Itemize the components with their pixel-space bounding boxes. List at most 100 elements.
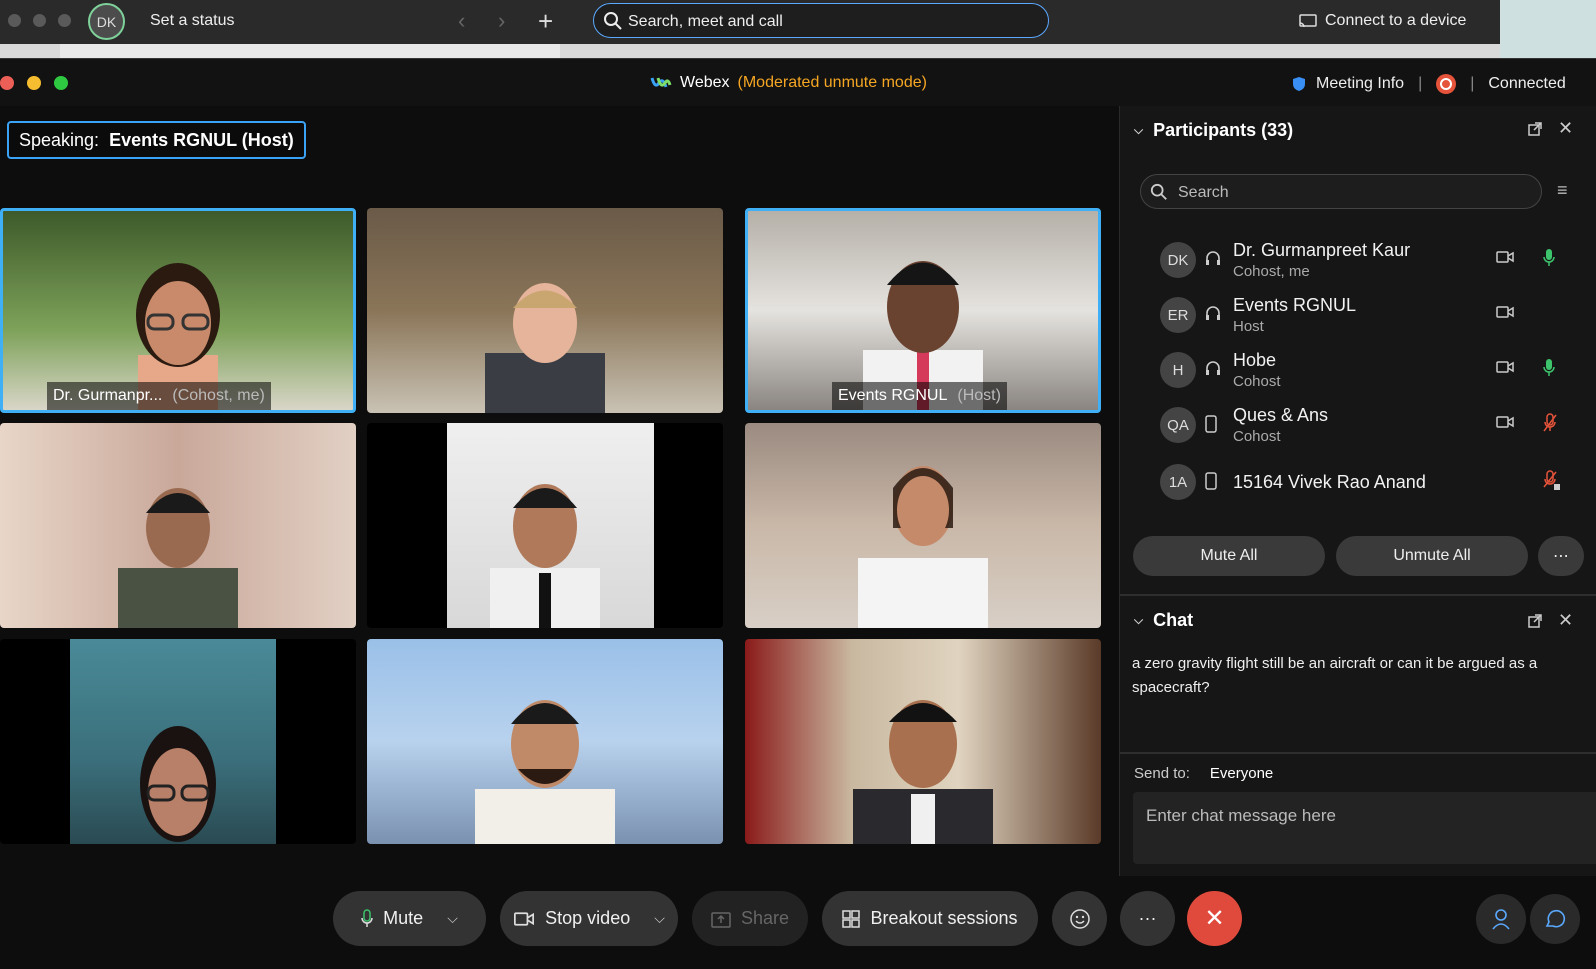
chat-input[interactable]: Enter chat message here [1133, 792, 1596, 864]
minimize-window-button[interactable] [33, 14, 46, 27]
meeting-mode: (Moderated unmute mode) [737, 74, 927, 91]
participant-name: Hobe [1233, 350, 1277, 370]
video-tile[interactable] [367, 423, 723, 628]
microphone-muted-icon[interactable] [1543, 413, 1557, 433]
camera-icon [1496, 251, 1514, 263]
participant-row[interactable]: DK Dr. Gurmanpreet Kaur Cohost, me [1160, 236, 1580, 286]
chevron-down-icon[interactable]: ⌵ [447, 910, 458, 927]
share-icon [711, 911, 731, 928]
more-options-button[interactable]: ··· [1120, 891, 1175, 946]
participant-row[interactable]: ER Events RGNUL Host [1160, 291, 1580, 341]
back-button[interactable]: ‹ [458, 8, 465, 34]
mute-all-button[interactable]: Mute All [1133, 536, 1325, 576]
video-tile[interactable]: Events RGNUL (Host) [745, 208, 1101, 413]
participant-video [858, 466, 988, 628]
sort-icon[interactable]: ≡ [1557, 180, 1568, 201]
participants-header[interactable]: ⌵ Participants (33) [1134, 120, 1293, 141]
app-content-strip [0, 44, 1500, 58]
forward-button[interactable]: › [498, 8, 505, 34]
chat-header[interactable]: ⌵ Chat [1134, 610, 1193, 631]
stop-video-button[interactable]: Stop video ⌵ [500, 891, 678, 946]
meeting-info-button[interactable]: Meeting Info [1316, 75, 1404, 93]
participant-video [118, 488, 238, 628]
global-search-placeholder: Search, meet and call [628, 13, 783, 30]
tile-role: (Host) [957, 387, 1001, 404]
background-window-strip [1500, 0, 1596, 58]
close-meeting-window-button[interactable] [0, 76, 14, 90]
active-speaker-badge: Speaking: Events RGNUL (Host) [7, 121, 306, 159]
connect-device-button[interactable]: Connect to a device [1299, 12, 1466, 30]
participant-video [485, 283, 605, 413]
mute-button[interactable]: Mute ⌵ [333, 891, 486, 946]
mute-label: Mute [383, 908, 424, 928]
participant-avatar: 1A [1160, 464, 1196, 500]
participant-search-input[interactable]: Search [1140, 174, 1542, 209]
unmute-all-button[interactable]: Unmute All [1336, 536, 1528, 576]
video-tile[interactable] [367, 208, 723, 413]
zoom-meeting-window-button[interactable] [54, 76, 68, 90]
video-tile[interactable] [0, 423, 356, 628]
meeting-title: Webex (Moderated unmute mode) [650, 74, 927, 92]
breakout-label: Breakout sessions [870, 908, 1018, 928]
zoom-window-button[interactable] [58, 14, 71, 27]
divider: | [1418, 75, 1423, 92]
participant-name: Events RGNUL [1233, 295, 1357, 315]
recording-icon[interactable] [1436, 74, 1457, 94]
new-button[interactable]: + [538, 6, 553, 37]
participant-role: Cohost [1233, 373, 1281, 390]
breakout-sessions-button[interactable]: Breakout sessions [822, 891, 1038, 946]
camera-icon [1496, 306, 1514, 318]
close-icon[interactable]: ✕ [1558, 118, 1573, 139]
minimize-meeting-window-button[interactable] [27, 76, 41, 90]
participant-avatar: ER [1160, 297, 1196, 333]
popout-icon[interactable] [1528, 614, 1542, 628]
participants-panel-button[interactable] [1476, 894, 1526, 944]
chevron-down-icon: ⌵ [1134, 613, 1144, 627]
window-controls [8, 14, 71, 27]
participant-role: Cohost [1233, 428, 1281, 445]
search-icon [1150, 183, 1167, 200]
popout-icon[interactable] [1528, 122, 1542, 136]
user-avatar[interactable]: DK [88, 3, 125, 40]
chat-panel-button[interactable] [1530, 894, 1580, 944]
participant-avatar: QA [1160, 407, 1196, 443]
close-window-button[interactable] [8, 14, 21, 27]
chat-message-line: spacecraft? [1132, 679, 1210, 696]
divider: | [1470, 75, 1475, 92]
tile-label: Events RGNUL (Host) [832, 382, 1007, 410]
chevron-down-icon[interactable]: ⌵ [654, 910, 665, 927]
send-to-label: Send to: [1134, 765, 1190, 782]
participant-figure [140, 726, 216, 842]
send-to-value: Everyone [1209, 765, 1274, 782]
microphone-on-icon[interactable] [1543, 358, 1555, 378]
leave-meeting-button[interactable]: ✕ [1187, 891, 1242, 946]
video-tile[interactable]: Dr. Gurmanpr... (Cohost, me) [0, 208, 356, 413]
microphone-locked-icon[interactable] [1543, 470, 1561, 492]
participant-row[interactable]: 1A 15164 Vivek Rao Anand [1160, 458, 1580, 508]
video-tile[interactable] [745, 639, 1101, 844]
send-to-selector[interactable]: Send to: Everyone [1134, 765, 1273, 782]
participants-more-button[interactable]: ⋯ [1538, 536, 1584, 576]
participant-row[interactable]: H Hobe Cohost [1160, 346, 1580, 396]
meeting-window-controls [0, 76, 68, 90]
participant-row[interactable]: QA Ques & Ans Cohost [1160, 401, 1580, 451]
chat-input-placeholder: Enter chat message here [1146, 806, 1336, 825]
global-search-input[interactable]: Search, meet and call [593, 3, 1049, 38]
microphone-on-icon[interactable] [1543, 248, 1555, 268]
connection-status: Connected [1488, 75, 1566, 92]
close-icon[interactable]: ✕ [1558, 610, 1573, 631]
chat-title: Chat [1153, 610, 1194, 630]
participant-name: Ques & Ans [1233, 405, 1329, 425]
video-tile[interactable] [367, 639, 723, 844]
emoji-icon [1069, 908, 1090, 929]
chat-bubble-icon [1545, 909, 1566, 928]
participant-video [475, 700, 615, 844]
shield-icon [1293, 77, 1305, 91]
set-status-link[interactable]: Set a status [150, 12, 235, 30]
video-tile[interactable] [0, 639, 356, 844]
camera-icon [514, 911, 535, 926]
video-tile[interactable] [745, 423, 1101, 628]
reactions-button[interactable] [1052, 891, 1107, 946]
share-button[interactable]: Share [692, 891, 808, 946]
connect-device-label: Connect to a device [1325, 12, 1467, 29]
